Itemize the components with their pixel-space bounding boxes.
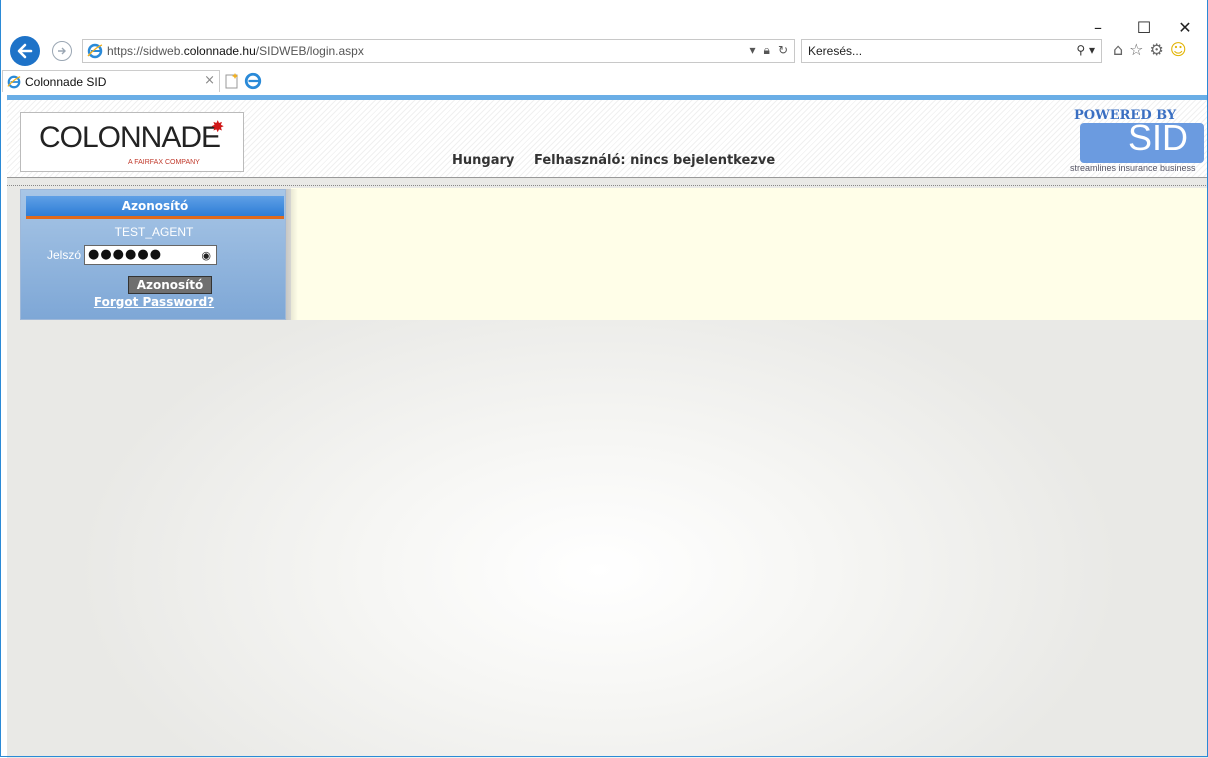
colonnade-logo: COLONNADE ✸ A FAIRFAX COMPANY [20, 112, 244, 172]
tab-label: Colonnade SID [25, 74, 107, 89]
search-box[interactable]: Keresés... ⚲ ▾ [801, 39, 1102, 63]
forgot-password-link[interactable]: Forgot Password? [21, 295, 287, 309]
minimize-button[interactable]: – [1075, 12, 1121, 42]
search-input[interactable]: Keresés... [808, 44, 862, 58]
divider [7, 185, 1208, 186]
login-button[interactable]: Azonosító [128, 276, 212, 294]
eye-icon[interactable]: ◉ [201, 247, 212, 265]
close-window-button[interactable]: ✕ [1162, 12, 1208, 42]
password-label: Jelszó [47, 248, 82, 262]
ie-logo-icon [87, 43, 103, 59]
maple-leaf-icon: ✸ [211, 117, 225, 136]
tab-colonnade-sid[interactable]: Colonnade SID × [2, 70, 220, 92]
username-label: TEST_AGENT [114, 225, 194, 239]
forward-arrow-icon [58, 47, 66, 55]
back-button[interactable] [10, 36, 40, 66]
smiley-icon[interactable]: ☺ [1170, 40, 1187, 59]
forward-button[interactable] [52, 41, 72, 61]
search-icon[interactable]: ⚲ ▾ [1076, 43, 1095, 57]
back-arrow-icon [17, 43, 33, 59]
maximize-button[interactable]: ☐ [1121, 12, 1167, 42]
dropdown-icon[interactable]: ▾ [750, 43, 756, 58]
user-status: Felhasználó: nincs bejelentkezve [534, 153, 776, 168]
sid-logo: POWERED BY SID streamlines insurance bus… [1070, 108, 1206, 176]
gear-icon[interactable]: ⚙ [1150, 40, 1164, 59]
logo-subtext: A FAIRFAX COMPANY [128, 159, 200, 166]
address-actions: ▾ 🔒︎ ↻ [750, 43, 788, 58]
close-tab-icon[interactable]: × [204, 73, 215, 88]
ie-logo-icon [7, 75, 21, 88]
sid-tagline: streamlines insurance business [1070, 163, 1196, 173]
url-text: https://sidweb.colonnade.hu/SIDWEB/login… [107, 44, 364, 58]
login-panel: Azonosító TEST_AGENT Jelszó ●●●●●● ◉ Azo… [20, 189, 286, 320]
new-tab-icon[interactable] [224, 73, 240, 89]
star-icon[interactable]: ☆ [1129, 40, 1143, 59]
country-label: Hungary [452, 153, 515, 168]
password-value: ●●●●●● [88, 247, 163, 262]
sid-text: SID [1128, 117, 1189, 158]
content-area [291, 188, 1208, 320]
login-shadow [286, 189, 298, 320]
ie-logo-icon[interactable] [244, 72, 262, 90]
browser-chrome: – ☐ ✕ https://sidweb.colonnade.hu/SIDWEB… [0, 0, 1208, 95]
login-title: Azonosító [26, 196, 284, 219]
site-header: COLONNADE ✸ A FAIRFAX COMPANY Hungary Fe… [7, 100, 1208, 178]
toolbar-icons: ⌂ ☆ ⚙ ☺ [1113, 40, 1187, 59]
refresh-icon[interactable]: ↻ [778, 43, 788, 58]
logo-text: COLONNADE [39, 121, 221, 154]
password-field[interactable]: ●●●●●● ◉ [84, 245, 217, 265]
address-bar[interactable]: https://sidweb.colonnade.hu/SIDWEB/login… [82, 39, 795, 63]
home-icon[interactable]: ⌂ [1113, 40, 1123, 59]
page-content: COLONNADE ✸ A FAIRFAX COMPANY Hungary Fe… [7, 95, 1208, 758]
lock-icon[interactable]: 🔒︎ [764, 43, 770, 58]
